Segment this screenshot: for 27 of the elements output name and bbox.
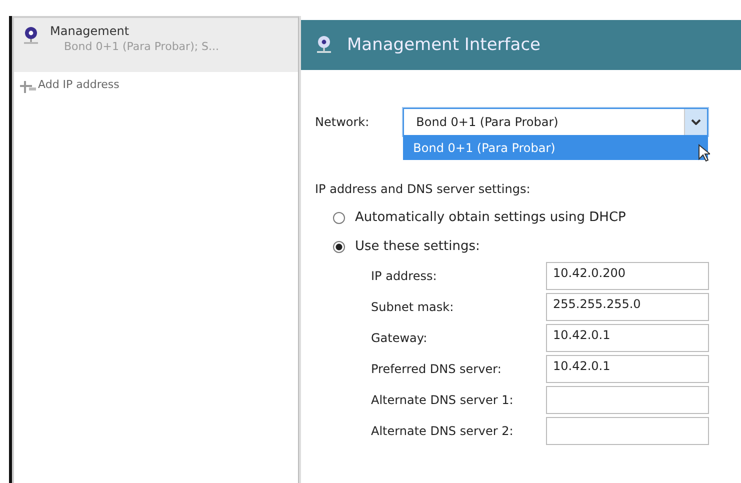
sidebar-item[interactable]: Add IP address: [14, 72, 298, 101]
radio-label: Automatically obtain settings using DHCP: [355, 210, 626, 225]
network-icon: [22, 26, 40, 46]
field-label: Subnet mask:: [371, 300, 455, 314]
sidebar-item[interactable]: Management Bond 0+1 (Para Probar); S...: [14, 18, 298, 72]
radio-button[interactable]: [333, 212, 345, 224]
input-field[interactable]: [546, 417, 709, 445]
radio-button[interactable]: [333, 240, 345, 252]
input-field[interactable]: 10.42.0.1: [546, 324, 709, 352]
field-label: Preferred DNS server:: [371, 362, 502, 376]
field-label: IP address:: [371, 269, 438, 283]
plus-icon: [20, 79, 36, 95]
network-label: Network:: [315, 115, 370, 129]
input-field[interactable]: [546, 386, 709, 414]
section-title: IP address and DNS server settings:: [315, 182, 532, 196]
input-field[interactable]: 10.42.0.1: [546, 355, 709, 383]
field-label: Alternate DNS server 2:: [371, 424, 514, 438]
network-dropdown[interactable]: Bond 0+1 (Para Probar): [403, 108, 708, 136]
field-label: Gateway:: [371, 331, 428, 345]
network-icon: [315, 35, 333, 55]
radio-label: Use these settings:: [355, 239, 480, 254]
caret-icon: [684, 109, 708, 135]
input-field[interactable]: 10.42.0.200: [546, 262, 709, 290]
input-field[interactable]: 255.255.255.0: [546, 293, 709, 321]
panel-title: Management Interface: [347, 35, 540, 55]
mouse-pointer-icon: [698, 144, 710, 162]
field-label: Alternate DNS server 1:: [371, 393, 514, 407]
